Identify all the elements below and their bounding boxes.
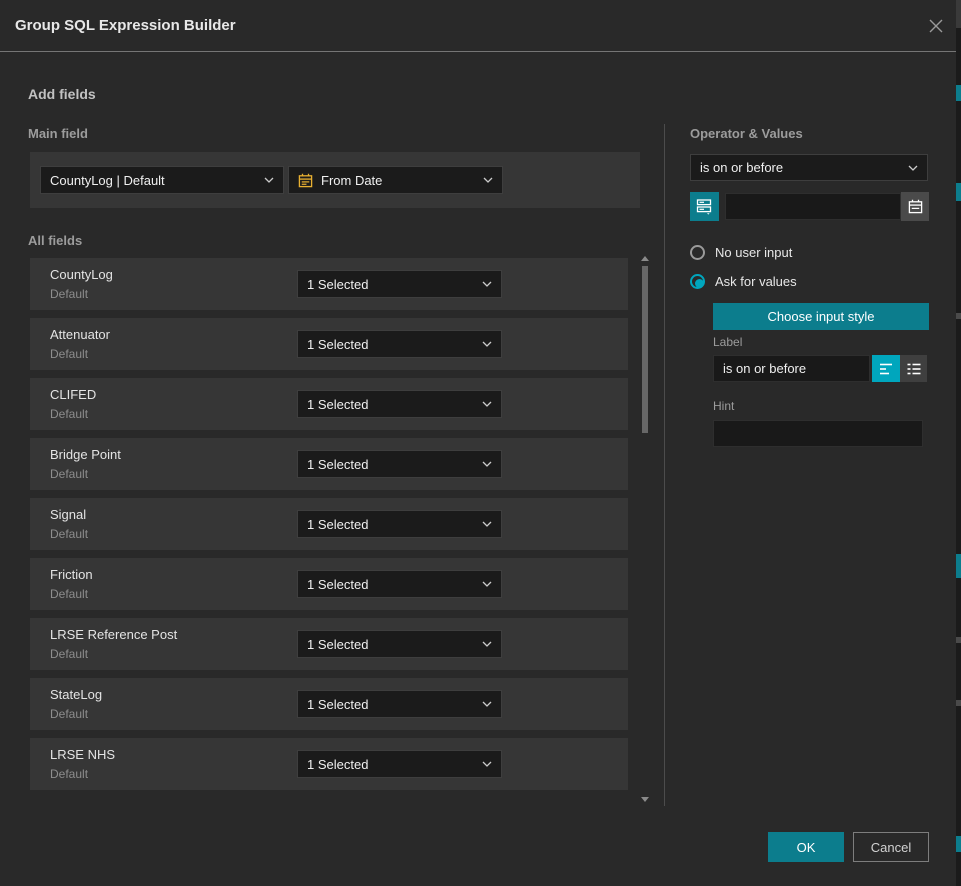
scrollbar-thumb[interactable] xyxy=(642,266,648,433)
field-sublabel: Default xyxy=(50,467,88,481)
ok-button[interactable]: OK xyxy=(768,832,844,862)
calendar-picker-icon[interactable] xyxy=(901,192,929,221)
field-sublabel: Default xyxy=(50,647,88,661)
radio-no-user-input[interactable]: No user input xyxy=(690,245,792,260)
field-name: StateLog xyxy=(50,687,102,702)
chevron-down-icon xyxy=(483,177,493,183)
align-left-icon[interactable] xyxy=(872,355,900,382)
calendar-icon xyxy=(298,173,313,188)
scroll-down-icon[interactable] xyxy=(641,797,649,802)
close-icon[interactable] xyxy=(925,16,947,38)
radio-icon xyxy=(690,245,705,260)
main-field-label: Main field xyxy=(28,126,88,141)
chevron-down-icon xyxy=(482,641,492,647)
field-select-value: 1 Selected xyxy=(307,397,476,412)
field-row: CLIFED Default 1 Selected xyxy=(30,378,628,430)
chevron-down-icon xyxy=(482,581,492,587)
all-fields-list: CountyLog Default 1 Selected Attenuator … xyxy=(30,258,628,798)
background-app-sliver xyxy=(956,0,961,886)
choose-input-style-button[interactable]: Choose input style xyxy=(713,303,929,330)
field-name: CLIFED xyxy=(50,387,96,402)
main-layer-select[interactable]: CountyLog | Default xyxy=(40,166,284,194)
field-values-select[interactable]: 1 Selected xyxy=(297,270,502,298)
field-sublabel: Default xyxy=(50,587,88,601)
field-name: Bridge Point xyxy=(50,447,121,462)
main-field-panel: CountyLog | Default From Date xyxy=(30,152,640,208)
fields-list-scrollbar[interactable] xyxy=(640,254,650,804)
field-name: CountyLog xyxy=(50,267,113,282)
field-name: Attenuator xyxy=(50,327,110,342)
field-name: Friction xyxy=(50,567,93,582)
field-sublabel: Default xyxy=(50,707,88,721)
operator-select-value: is on or before xyxy=(700,160,902,175)
field-row: Bridge Point Default 1 Selected xyxy=(30,438,628,490)
field-values-select[interactable]: 1 Selected xyxy=(297,450,502,478)
main-layer-select-value: CountyLog | Default xyxy=(50,173,258,188)
field-row: Friction Default 1 Selected xyxy=(30,558,628,610)
operator-value-input[interactable] xyxy=(725,193,901,220)
field-select-value: 1 Selected xyxy=(307,697,476,712)
unique-values-icon[interactable] xyxy=(690,192,719,221)
main-date-field-select-value: From Date xyxy=(321,173,477,188)
field-select-value: 1 Selected xyxy=(307,637,476,652)
chevron-down-icon xyxy=(482,281,492,287)
hint-heading: Hint xyxy=(713,399,734,413)
cancel-button[interactable]: Cancel xyxy=(853,832,929,862)
chevron-down-icon xyxy=(482,521,492,527)
all-fields-label: All fields xyxy=(28,233,82,248)
chevron-down-icon xyxy=(264,177,274,183)
field-values-select[interactable]: 1 Selected xyxy=(297,510,502,538)
hint-input[interactable] xyxy=(713,420,923,447)
add-fields-heading: Add fields xyxy=(28,86,96,102)
field-values-select[interactable]: 1 Selected xyxy=(297,570,502,598)
field-values-select[interactable]: 1 Selected xyxy=(297,330,502,358)
radio-ask-for-values[interactable]: Ask for values xyxy=(690,274,797,289)
field-sublabel: Default xyxy=(50,347,88,361)
field-sublabel: Default xyxy=(50,287,88,301)
field-values-select[interactable]: 1 Selected xyxy=(297,390,502,418)
field-values-select[interactable]: 1 Selected xyxy=(297,750,502,778)
chevron-down-icon xyxy=(482,401,492,407)
field-select-value: 1 Selected xyxy=(307,277,476,292)
main-date-field-select[interactable]: From Date xyxy=(288,166,503,194)
field-values-select[interactable]: 1 Selected xyxy=(297,690,502,718)
field-select-value: 1 Selected xyxy=(307,337,476,352)
chevron-down-icon xyxy=(908,165,918,171)
radio-ask-for-values-label: Ask for values xyxy=(715,274,797,289)
field-select-value: 1 Selected xyxy=(307,757,476,772)
label-input[interactable] xyxy=(713,355,870,382)
bulleted-list-icon[interactable] xyxy=(900,355,927,382)
operator-values-heading: Operator & Values xyxy=(690,126,803,141)
field-sublabel: Default xyxy=(50,407,88,421)
field-sublabel: Default xyxy=(50,527,88,541)
field-name: LRSE Reference Post xyxy=(50,627,177,642)
field-select-value: 1 Selected xyxy=(307,457,476,472)
field-values-select[interactable]: 1 Selected xyxy=(297,630,502,658)
field-name: LRSE NHS xyxy=(50,747,115,762)
field-select-value: 1 Selected xyxy=(307,517,476,532)
field-row: StateLog Default 1 Selected xyxy=(30,678,628,730)
radio-no-user-input-label: No user input xyxy=(715,245,792,260)
field-row: LRSE NHS Default 1 Selected xyxy=(30,738,628,790)
dialog-titlebar: Group SQL Expression Builder xyxy=(0,0,961,52)
panel-divider xyxy=(664,124,665,806)
field-row: CountyLog Default 1 Selected xyxy=(30,258,628,310)
chevron-down-icon xyxy=(482,341,492,347)
scroll-up-icon[interactable] xyxy=(641,256,649,261)
label-heading: Label xyxy=(713,335,742,349)
chevron-down-icon xyxy=(482,461,492,467)
field-name: Signal xyxy=(50,507,86,522)
field-row: Signal Default 1 Selected xyxy=(30,498,628,550)
dialog-title: Group SQL Expression Builder xyxy=(15,0,236,52)
radio-icon xyxy=(690,274,705,289)
field-row: Attenuator Default 1 Selected xyxy=(30,318,628,370)
field-row: LRSE Reference Post Default 1 Selected xyxy=(30,618,628,670)
field-select-value: 1 Selected xyxy=(307,577,476,592)
field-sublabel: Default xyxy=(50,767,88,781)
chevron-down-icon xyxy=(482,761,492,767)
operator-select[interactable]: is on or before xyxy=(690,154,928,181)
chevron-down-icon xyxy=(482,701,492,707)
